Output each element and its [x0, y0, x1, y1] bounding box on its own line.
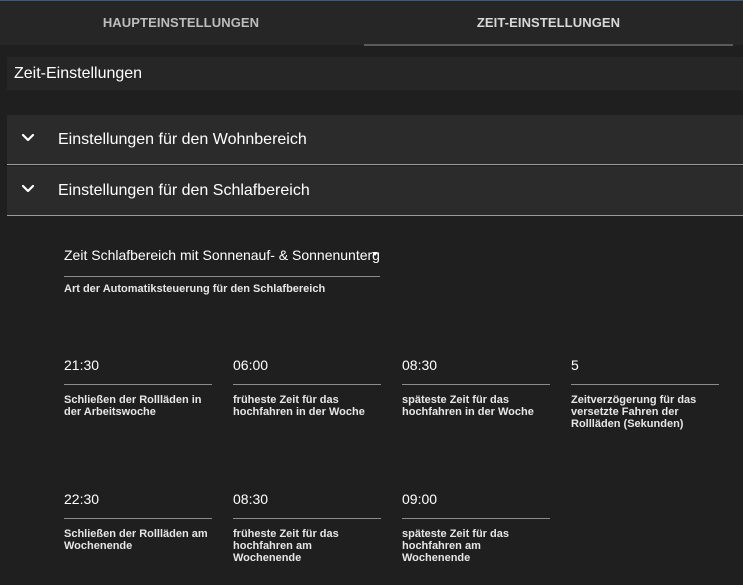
field-value[interactable]: 22:30 [64, 491, 99, 507]
panel-wohnbereich[interactable]: Einstellungen für den Wohnbereich [7, 115, 743, 165]
field-helper-text: späteste Zeit für das hochfahren am Woch… [402, 528, 509, 564]
field-underline [64, 518, 212, 519]
field-helper-text: früheste Zeit für das hochfahren am Woch… [233, 528, 339, 564]
field-value[interactable]: 21:30 [64, 357, 99, 373]
field-value[interactable]: 08:30 [402, 357, 437, 373]
tab-haupteinstellungen[interactable]: HAUPTEINSTELLUNGEN [0, 1, 362, 45]
tab-bar: HAUPTEINSTELLUNGEN ZEIT-EINSTELLUNGEN [0, 0, 743, 46]
field-underline [233, 518, 381, 519]
field-value[interactable]: 08:30 [233, 491, 268, 507]
field-helper-text: Schließen der Rollläden am Wochenende [64, 528, 208, 552]
field-helper-text: späteste Zeit für das hochfahren in der … [402, 394, 534, 418]
field-helper-text: Schließen der Rollläden in der Arbeitswo… [64, 394, 202, 418]
automatic-mode-select[interactable]: Zeit Schlafbereich mit Sonnenauf- & Sonn… [64, 244, 380, 277]
select-value: Zeit Schlafbereich mit Sonnenauf- & Sonn… [64, 247, 380, 263]
tab-zeit-einstellungen[interactable]: ZEIT-EINSTELLUNGEN [364, 1, 733, 45]
field-underline [402, 518, 550, 519]
section-header: Zeit-Einstellungen [7, 57, 743, 90]
chevron-down-icon[interactable] [20, 130, 36, 146]
panel-label: Einstellungen für den Schlafbereich [58, 182, 310, 199]
field-helper-text: früheste Zeit für das hochfahren in der … [233, 394, 365, 418]
field-underline [571, 384, 719, 385]
field-value[interactable]: 5 [571, 357, 579, 373]
field-helper-text: Zeitverzögerung für das versetzte Fahren… [571, 394, 697, 430]
field-underline [64, 384, 212, 385]
field-value[interactable]: 06:00 [233, 357, 268, 373]
field-underline [233, 384, 381, 385]
panel-schlafbereich[interactable]: Einstellungen für den Schlafbereich [7, 166, 743, 216]
field-value[interactable]: 09:00 [402, 491, 437, 507]
field-underline [402, 384, 550, 385]
active-tab-indicator [364, 44, 733, 46]
panel-label: Einstellungen für den Wohnbereich [58, 131, 307, 148]
section-title: Zeit-Einstellungen [14, 65, 143, 82]
dropdown-arrow-icon [372, 252, 378, 256]
chevron-down-icon[interactable] [20, 181, 36, 197]
select-helper-text: Art der Automatiksteuerung für den Schla… [64, 283, 326, 295]
